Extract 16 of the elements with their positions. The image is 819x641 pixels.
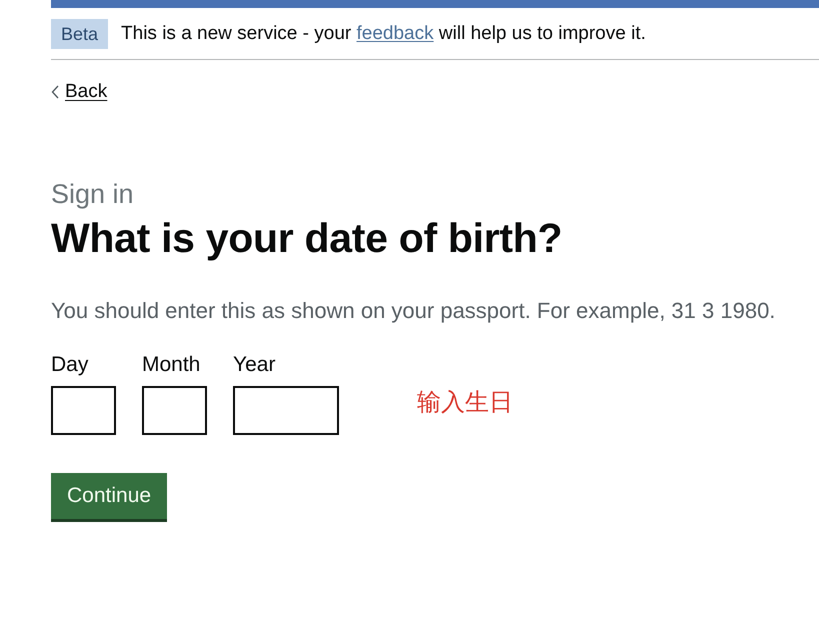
hint-text: You should enter this as shown on your passport. For example, 31 3 1980. [51, 298, 776, 324]
field-label: Day [51, 352, 88, 378]
field-label: Year [233, 352, 276, 378]
caption: Sign in [51, 178, 134, 210]
phase-banner-text: This is a new service - your feedback will help us to improve it. [121, 23, 646, 45]
page-heading: What is your date of birth? [51, 214, 562, 262]
date-input-field[interactable] [51, 386, 116, 435]
back-link[interactable]: Back [51, 80, 108, 104]
chevron-left-icon [51, 85, 59, 99]
continue-button[interactable]: Continue [51, 473, 168, 519]
field-label: Month [142, 352, 200, 378]
date-input-field[interactable] [142, 386, 207, 435]
annotation-text: 输入生日 [417, 387, 513, 418]
feedback-link[interactable]: feedback [356, 23, 434, 44]
date-input-field[interactable] [233, 386, 339, 435]
phase-tag: Beta [51, 19, 108, 49]
